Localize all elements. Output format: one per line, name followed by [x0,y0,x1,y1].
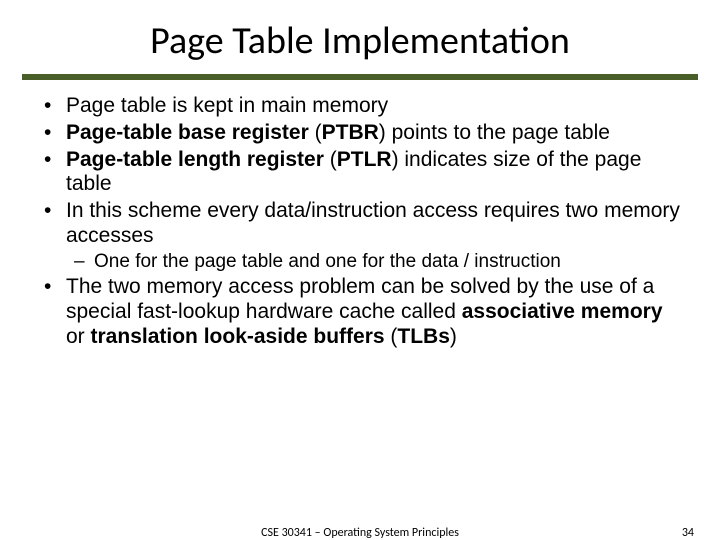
bullet-list: Page table is kept in main memory Page-t… [40,94,680,349]
footer-text: CSE 30341 – Operating System Principles [0,526,720,540]
bold-text: PTBR [322,121,379,144]
bold-text: PTLR [337,148,392,171]
bullet-text: In this scheme every data/instruction ac… [66,199,680,247]
slide: Page Table Implementation Page table is … [0,0,720,540]
sub-bullet-list: One for the page table and one for the d… [66,251,680,273]
bullet-text: One for the page table and one for the d… [94,251,561,272]
bullet-item: The two memory access problem can be sol… [40,275,680,349]
bold-text: translation look-aside buffers [91,325,385,348]
title-underline [22,74,698,80]
bullet-text: ( [324,148,337,171]
bullet-text: ) points to the page table [379,121,610,144]
bullet-item: Page table is kept in main memory [40,94,680,119]
slide-title: Page Table Implementation [0,18,720,74]
bold-text: Page-table length register [66,148,324,171]
bullet-item: In this scheme every data/instruction ac… [40,199,680,273]
bullet-item: Page-table length register (PTLR) indica… [40,148,680,198]
bullet-text: ( [385,325,398,348]
bullet-text: Page table is kept in main memory [66,94,388,117]
bullet-text: or [66,325,91,348]
page-number: 34 [682,526,694,540]
bullet-text: ) [450,325,457,348]
bold-text: associative memory [462,300,663,323]
bold-text: Page-table base register [66,121,309,144]
bullet-text: ( [309,121,322,144]
slide-body: Page table is kept in main memory Page-t… [0,94,720,349]
sub-bullet-item: One for the page table and one for the d… [68,251,680,273]
bullet-item: Page-table base register (PTBR) points t… [40,121,680,146]
bold-text: TLBs [397,325,450,348]
